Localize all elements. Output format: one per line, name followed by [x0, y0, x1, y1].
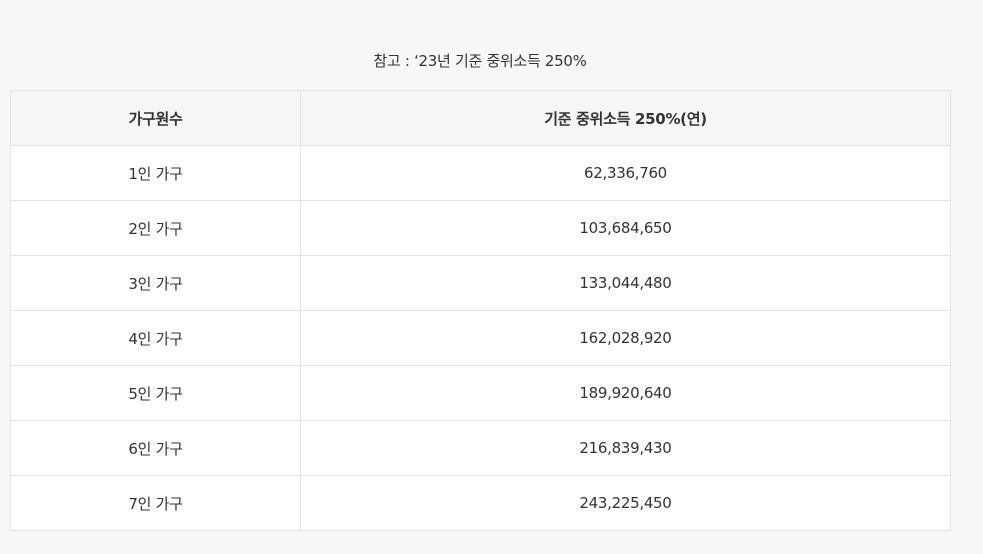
income-cell: 162,028,920 [300, 310, 951, 366]
income-cell: 243,225,450 [300, 475, 951, 531]
table-body: 1인 가구 62,336,760 2인 가구 103,684,650 3인 가구… [10, 145, 951, 531]
household-size-cell: 3인 가구 [10, 255, 301, 311]
household-size-cell: 2인 가구 [10, 200, 301, 256]
household-size-cell: 6인 가구 [10, 420, 301, 476]
income-cell: 216,839,430 [300, 420, 951, 476]
median-income-table: 가구원수 기준 중위소득 250%(연) 1인 가구 62,336,760 2인… [10, 90, 951, 531]
household-size-cell: 1인 가구 [10, 145, 301, 201]
income-cell: 62,336,760 [300, 145, 951, 201]
household-size-cell: 7인 가구 [10, 475, 301, 531]
table-row: 5인 가구 189,920,640 [10, 365, 951, 421]
table-row: 2인 가구 103,684,650 [10, 200, 951, 256]
household-size-cell: 4인 가구 [10, 310, 301, 366]
header-household-size: 가구원수 [10, 90, 301, 146]
income-cell: 189,920,640 [300, 365, 951, 421]
table-header: 가구원수 기준 중위소득 250%(연) [10, 90, 951, 146]
table-row: 4인 가구 162,028,920 [10, 310, 951, 366]
income-table-container: 가구원수 기준 중위소득 250%(연) 1인 가구 62,336,760 2인… [10, 90, 951, 531]
income-cell: 133,044,480 [300, 255, 951, 311]
household-size-cell: 5인 가구 [10, 365, 301, 421]
table-caption: 참고 : ‘23년 기준 중위소득 250% [373, 52, 587, 70]
table-row: 3인 가구 133,044,480 [10, 255, 951, 311]
table-row: 1인 가구 62,336,760 [10, 145, 951, 201]
header-income: 기준 중위소득 250%(연) [300, 90, 951, 146]
table-row: 6인 가구 216,839,430 [10, 420, 951, 476]
table-row: 7인 가구 243,225,450 [10, 475, 951, 531]
header-row: 가구원수 기준 중위소득 250%(연) [10, 90, 951, 146]
income-cell: 103,684,650 [300, 200, 951, 256]
